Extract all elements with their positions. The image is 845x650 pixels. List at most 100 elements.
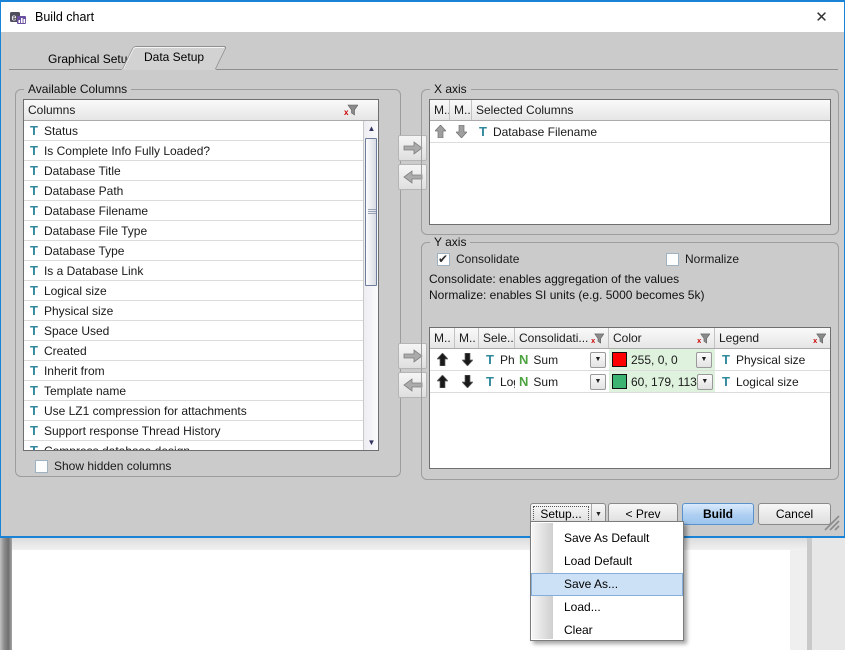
list-item[interactable]: TIs a Database Link [24,261,378,281]
clear-filter-icon[interactable]: x [344,104,358,116]
legend-cell[interactable]: T Logical size [715,371,830,392]
color-swatch [612,352,627,367]
x-axis-table[interactable]: M.. M.. Selected Columns T Database File… [429,99,831,225]
checkbox-checked[interactable] [437,253,450,266]
checkbox-unchecked[interactable] [666,253,679,266]
selected-column-cell[interactable]: T Phy [479,349,515,370]
svg-text:x: x [813,336,818,344]
background-right-pane [812,537,845,650]
move-down-button[interactable] [455,349,479,370]
list-item[interactable]: TCreated [24,341,378,361]
move-up-button[interactable] [430,121,450,142]
normalize-description: Normalize: enables SI units (e.g. 5000 b… [429,288,704,302]
y-axis-row-physical[interactable]: T Phy N Sum ▼ 255, 0, 0 ▼ T Physical siz… [430,349,830,371]
menu-item-clear[interactable]: Clear [531,619,683,642]
app-chart-icon: e [10,10,27,25]
menu-item-load-default[interactable]: Load Default [531,550,683,573]
number-type-icon: N [519,352,528,367]
list-item[interactable]: TInherit from [24,361,378,381]
svg-text:x: x [697,336,702,344]
list-item[interactable]: TSpace Used [24,321,378,341]
text-type-icon: T [30,183,38,198]
text-type-icon: T [30,403,38,418]
available-columns-label: Available Columns [24,82,131,96]
color-swatch [612,374,627,389]
x-axis-selected-column[interactable]: T Database Filename [472,121,830,142]
left-arrow-icon [403,170,423,184]
text-type-icon: T [30,243,38,258]
dropdown-arrow-icon[interactable]: ▼ [590,374,606,390]
move-down-button[interactable] [450,121,472,142]
text-type-icon: T [30,123,38,138]
normalize-checkbox[interactable]: Normalize [666,252,739,266]
consolidation-combo[interactable]: N Sum ▼ [515,371,609,392]
scroll-up-icon[interactable]: ▲ [364,121,379,136]
text-type-icon: T [30,143,38,158]
list-item[interactable]: TStatus [24,121,378,141]
available-columns-list[interactable]: Columns x TStatus TIs Complete Info Full… [23,99,379,451]
background-left-edge [0,537,12,650]
build-button[interactable]: Build [682,503,754,525]
x-axis-row[interactable]: T Database Filename [430,121,830,143]
move-up-button[interactable] [430,371,455,392]
list-item[interactable]: TIs Complete Info Fully Loaded? [24,141,378,161]
available-columns-header[interactable]: Columns x [24,100,378,121]
text-type-icon: T [30,283,38,298]
y-axis-table-header[interactable]: M.. M.. Sele... Consolidati... x Color x… [430,328,830,349]
legend-cell[interactable]: T Physical size [715,349,830,370]
tab-strip: Graphical Setup Data Setup [9,46,838,70]
scroll-down-icon[interactable]: ▼ [364,435,379,450]
text-type-icon: T [30,423,38,438]
number-type-icon: N [519,374,528,389]
available-columns-rows: TStatus TIs Complete Info Fully Loaded? … [24,121,378,451]
dropdown-arrow-icon[interactable]: ▼ [696,352,712,368]
close-button[interactable]: ✕ [799,2,844,32]
clear-filter-icon[interactable]: x [813,333,826,344]
text-type-icon: T [30,343,38,358]
list-item[interactable]: TTemplate name [24,381,378,401]
list-item[interactable]: TDatabase Filename [24,201,378,221]
text-type-icon: T [30,163,38,178]
menu-item-save-as-default[interactable]: Save As Default [531,527,683,550]
x-axis-table-header[interactable]: M.. M.. Selected Columns [430,100,830,121]
background-scrollbar-track[interactable] [790,550,807,650]
resize-grip[interactable] [824,515,840,531]
list-item[interactable]: TDatabase Type [24,241,378,261]
list-item[interactable]: TCompress database design [24,441,378,451]
y-axis-row-logical[interactable]: T Log N Sum ▼ 60, 179, 113 ▼ T Logical s… [430,371,830,393]
list-item[interactable]: TUse LZ1 compression for attachments [24,401,378,421]
right-arrow-icon [403,141,423,155]
move-up-button[interactable] [430,349,455,370]
text-type-icon: T [486,352,494,367]
checkbox-unchecked[interactable] [35,460,48,473]
dropdown-arrow-icon[interactable]: ▼ [590,352,606,368]
list-item[interactable]: TDatabase Title [24,161,378,181]
vertical-scrollbar[interactable]: ▲ ▼ [363,121,378,450]
list-item[interactable]: TPhysical size [24,301,378,321]
title-bar[interactable]: e Build chart [1,2,844,32]
cancel-button[interactable]: Cancel [758,503,831,525]
list-item[interactable]: TSupport response Thread History [24,421,378,441]
clear-filter-icon[interactable]: x [591,333,604,344]
color-combo[interactable]: 60, 179, 113 ▼ [609,371,715,392]
clear-filter-icon[interactable]: x [697,333,710,344]
tab-data-setup[interactable]: Data Setup [122,46,216,69]
scrollbar-thumb[interactable] [365,138,377,286]
move-down-button[interactable] [455,371,479,392]
text-type-icon: T [486,374,494,389]
list-item[interactable]: TLogical size [24,281,378,301]
consolidate-checkbox[interactable]: Consolidate [437,252,519,266]
menu-item-load[interactable]: Load... [531,596,683,619]
show-hidden-columns-checkbox[interactable]: Show hidden columns [35,459,171,473]
color-combo[interactable]: 255, 0, 0 ▼ [609,349,715,370]
text-type-icon: T [30,363,38,378]
dropdown-arrow-icon[interactable]: ▼ [697,374,713,390]
selected-column-cell[interactable]: T Log [479,371,515,392]
consolidation-combo[interactable]: N Sum ▼ [515,349,609,370]
text-type-icon: T [30,263,38,278]
list-item[interactable]: TDatabase File Type [24,221,378,241]
menu-item-save-as[interactable]: Save As... [531,573,683,596]
y-axis-table[interactable]: M.. M.. Sele... Consolidati... x Color x… [429,327,831,469]
text-type-icon: T [30,203,38,218]
list-item[interactable]: TDatabase Path [24,181,378,201]
